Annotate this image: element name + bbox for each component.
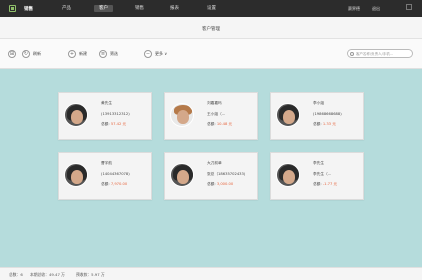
nav-tab-products[interactable]: 产品 <box>62 6 71 12</box>
page-header: 客户管理 <box>0 17 422 39</box>
customer-name: 李小姐 <box>313 101 325 105</box>
top-navigation-bar: 销售 产品 客户 销售 报表 设置 赛界德 退出 <box>0 0 422 17</box>
refresh-label: 刷新 <box>33 50 41 56</box>
customer-card[interactable]: 大刀前辈 张总（18635702433) 总额: 3,000.00 <box>164 152 258 200</box>
collapse-button[interactable]: ⊞ <box>8 49 16 58</box>
customer-phone: (19868668688) <box>313 112 342 116</box>
customer-card[interactable]: 李先生 李先生（... 总额: -1.77 元 <box>270 152 364 200</box>
customer-contact: 王小姐（... <box>207 112 226 116</box>
customer-name: 大刀前辈 <box>207 161 222 165</box>
status-bar: 总数：6 本期总收：49.47 万 预收款：5.97 万 <box>0 267 422 280</box>
status-sales: 本期总收：49.47 万 <box>30 272 65 277</box>
customer-phone: (13913312312) <box>101 112 130 116</box>
customer-phone: (14044367078) <box>101 172 130 176</box>
status-forecast: 预收款：5.97 万 <box>76 272 105 277</box>
customer-amount: 总额: -1.77 元 <box>313 182 338 186</box>
more-label: 更多 ∨ <box>155 50 168 56</box>
nav-tab-sales[interactable]: 销售 <box>135 6 144 12</box>
filter-label: 筛选 <box>110 50 118 56</box>
more-button[interactable]: − 更多 ∨ <box>144 49 167 58</box>
add-label: 新建 <box>79 50 87 56</box>
search-box[interactable] <box>347 49 413 58</box>
customer-card[interactable]: 刘嘉嘉玛 王小姐（... 总额: 10.48 元 <box>164 92 258 140</box>
customer-amount: 总额: 57.42 元 <box>101 122 127 126</box>
user-name-link[interactable]: 赛界德 <box>348 6 360 12</box>
nav-tab-customers[interactable]: 客户 <box>94 5 113 12</box>
customer-card[interactable]: 李小姐 (19868668688) 总额: 1.33 元 <box>270 92 364 140</box>
customer-name: 黄先生 <box>101 101 113 105</box>
customer-name: 曹宇航 <box>101 161 113 165</box>
customer-card-area: 黄先生 (13913312312) 总额: 57.42 元 刘嘉嘉玛 王小姐（.… <box>0 69 422 267</box>
customer-amount: 总额: 10.48 元 <box>207 122 233 126</box>
customer-contact: 张总（18635702433) <box>207 172 246 176</box>
customer-name: 李先生 <box>313 161 325 165</box>
avatar <box>276 103 300 127</box>
refresh-button[interactable]: ↻ 刷新 <box>22 49 41 58</box>
status-count: 总数：6 <box>9 272 23 277</box>
app-title: 销售 <box>24 6 33 12</box>
customer-amount: 总额: 1.33 元 <box>313 122 336 126</box>
search-icon <box>350 51 354 56</box>
customer-amount: 总额: 3,000.00 <box>207 182 234 186</box>
refresh-icon: ↻ <box>22 49 30 58</box>
filter-icon: ≡ <box>99 49 107 58</box>
customer-name: 刘嘉嘉玛 <box>207 101 222 105</box>
avatar <box>170 163 194 187</box>
nav-tab-reports[interactable]: 报表 <box>170 6 179 12</box>
page-title: 客户管理 <box>202 27 220 32</box>
avatar <box>64 163 88 187</box>
nav-tab-settings[interactable]: 设置 <box>207 6 216 12</box>
minus-icon: − <box>144 49 152 58</box>
logout-link[interactable]: 退出 <box>372 6 380 12</box>
plus-icon: + <box>68 49 76 58</box>
customer-amount: 总额: 7,970.00 <box>101 182 128 186</box>
grid-icon: ⊞ <box>8 49 16 58</box>
avatar <box>276 163 300 187</box>
filter-button[interactable]: ≡ 筛选 <box>99 49 118 58</box>
customer-contact: 李先生（... <box>313 172 332 176</box>
window-control-icon[interactable] <box>406 4 412 10</box>
search-input[interactable] <box>355 51 412 56</box>
add-button[interactable]: + 新建 <box>68 49 87 58</box>
avatar <box>64 103 88 127</box>
customer-card[interactable]: 黄先生 (13913312312) 总额: 57.42 元 <box>58 92 152 140</box>
customer-card[interactable]: 曹宇航 (14044367078) 总额: 7,970.00 <box>58 152 152 200</box>
app-logo-icon <box>9 5 16 12</box>
avatar <box>170 103 194 127</box>
